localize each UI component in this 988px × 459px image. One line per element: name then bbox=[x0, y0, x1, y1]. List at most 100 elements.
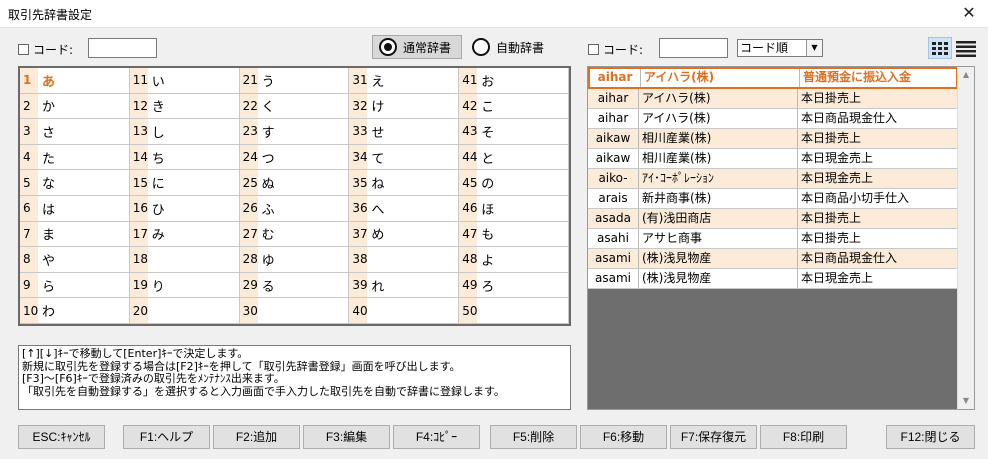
kana-cell-number: 39 bbox=[349, 272, 368, 298]
scroll-up-icon[interactable]: ▲ bbox=[958, 67, 974, 83]
kana-cell[interactable]: 45 の bbox=[459, 170, 569, 196]
kana-cell-number: 46 bbox=[459, 196, 477, 221]
help-button[interactable]: F1:ヘルプ bbox=[123, 425, 210, 449]
kana-cell[interactable]: 36 へ bbox=[349, 196, 460, 222]
kana-cell[interactable]: 41 お bbox=[459, 68, 569, 94]
kana-cell[interactable]: 47 も bbox=[459, 221, 569, 248]
kana-cell[interactable]: 7ま bbox=[20, 221, 130, 248]
kana-cell[interactable]: 27 む bbox=[239, 221, 350, 248]
kana-cell[interactable]: 23 す bbox=[239, 119, 350, 145]
right-code-input[interactable] bbox=[659, 38, 728, 58]
left-code-input[interactable] bbox=[88, 38, 157, 58]
kana-cell[interactable]: 17 み bbox=[129, 221, 240, 248]
kana-cell-label bbox=[258, 298, 349, 323]
copy-button[interactable]: F4:ｺﾋﾟｰ bbox=[393, 425, 480, 449]
scroll-down-icon[interactable]: ▼ bbox=[958, 393, 974, 409]
kana-cell[interactable]: 8や bbox=[20, 247, 130, 273]
kana-cell-number: 7 bbox=[20, 221, 38, 247]
kana-cell[interactable]: 29 る bbox=[239, 272, 350, 299]
kana-cell[interactable]: 11 い bbox=[129, 68, 240, 94]
list-name-cell: (株)浅見物産 bbox=[639, 269, 798, 288]
right-code-checkbox[interactable]: コード: bbox=[588, 41, 643, 58]
kana-cell[interactable]: 16 ひ bbox=[129, 196, 240, 222]
kana-cell[interactable]: 48 よ bbox=[459, 247, 569, 273]
kana-cell-label: は bbox=[42, 202, 56, 218]
kana-cell-label: め bbox=[371, 228, 385, 244]
kana-cell[interactable]: 20 bbox=[129, 298, 240, 324]
kana-cell[interactable]: 38 bbox=[349, 247, 460, 273]
dropdown-arrow-icon[interactable]: ▼ bbox=[806, 40, 822, 56]
kana-cell[interactable]: 12 き bbox=[129, 93, 240, 120]
list-row[interactable]: aikaw 相川産業(株) 本日現金売上 bbox=[588, 149, 958, 169]
kana-cell[interactable]: 42 こ bbox=[459, 93, 569, 120]
kana-cell[interactable]: 35 ね bbox=[349, 170, 460, 196]
kana-cell[interactable]: 49 ろ bbox=[459, 272, 569, 299]
normal-dictionary-radio[interactable]: 通常辞書 bbox=[372, 35, 462, 59]
kana-cell-label: へ bbox=[371, 202, 385, 218]
print-button[interactable]: F8:印刷 bbox=[760, 425, 847, 449]
kana-cell[interactable]: 50 bbox=[459, 298, 569, 324]
save-restore-button[interactable]: F7:保存復元 bbox=[670, 425, 757, 449]
add-button[interactable]: F2:追加 bbox=[213, 425, 300, 449]
kana-cell[interactable]: 28 ゆ bbox=[239, 247, 350, 273]
window-title: 取引先辞書設定 bbox=[8, 8, 93, 22]
kana-cell[interactable]: 21 う bbox=[239, 68, 350, 94]
move-button[interactable]: F6:移動 bbox=[580, 425, 667, 449]
list-name-cell: 相川産業(株) bbox=[639, 149, 798, 168]
kana-cell[interactable]: 5な bbox=[20, 170, 130, 196]
kana-cell[interactable]: 18 bbox=[129, 247, 240, 273]
list-row[interactable]: asami (株)浅見物産 本日商品現金仕入 bbox=[588, 249, 958, 269]
kana-cell[interactable]: 4た bbox=[20, 144, 130, 171]
kana-cell[interactable]: 9ら bbox=[20, 272, 130, 299]
kana-cell[interactable]: 46 ほ bbox=[459, 196, 569, 222]
kana-cell[interactable]: 44 と bbox=[459, 144, 569, 171]
kana-cell[interactable]: 10 わ bbox=[20, 298, 130, 324]
kana-cell[interactable]: 39 れ bbox=[349, 272, 460, 299]
kana-cell[interactable]: 19 り bbox=[129, 272, 240, 299]
list-scrollbar[interactable]: ▲ ▼ bbox=[957, 67, 974, 409]
kana-cell[interactable]: 24 つ bbox=[239, 144, 350, 171]
kana-cell[interactable]: 3さ bbox=[20, 119, 130, 145]
kana-cell[interactable]: 25 ぬ bbox=[239, 170, 350, 196]
checkbox-box[interactable] bbox=[18, 44, 29, 55]
list-row[interactable]: asami (株)浅見物産 本日現金売上 bbox=[588, 269, 958, 289]
checkbox-box[interactable] bbox=[588, 44, 599, 55]
auto-dictionary-radio[interactable]: 自動辞書 bbox=[466, 35, 556, 59]
kana-cell[interactable]: 14 ち bbox=[129, 144, 240, 171]
list-row[interactable]: aiko- ｱｲ･ｺｰﾎﾟﾚｰｼｮﾝ 本日現金売上 bbox=[588, 169, 958, 189]
kana-cell[interactable]: 43 そ bbox=[459, 119, 569, 145]
kana-cell[interactable]: 26 ふ bbox=[239, 196, 350, 222]
list-row[interactable]: aihar アイハラ(株) 本日掛売上 bbox=[588, 89, 958, 109]
kana-cell[interactable]: 33 せ bbox=[349, 119, 460, 145]
kana-cell[interactable]: 6は bbox=[20, 196, 130, 222]
grid-view-icon[interactable] bbox=[928, 37, 952, 59]
kana-cell[interactable]: 40 bbox=[349, 298, 460, 324]
kana-cell[interactable]: 1あ bbox=[20, 68, 130, 94]
kana-cell[interactable]: 32 け bbox=[349, 93, 460, 120]
kana-cell[interactable]: 13 し bbox=[129, 119, 240, 145]
delete-button[interactable]: F5:削除 bbox=[490, 425, 577, 449]
kana-cell[interactable]: 37 め bbox=[349, 221, 460, 248]
kana-cell-number: 12 bbox=[129, 93, 148, 119]
list-row[interactable]: aihar アイハラ(株) 本日商品現金仕入 bbox=[588, 109, 958, 129]
left-code-checkbox[interactable]: コード: bbox=[18, 41, 73, 58]
kana-cell[interactable]: 15 に bbox=[129, 170, 240, 196]
edit-button[interactable]: F3:編集 bbox=[303, 425, 390, 449]
kana-cell[interactable]: 30 bbox=[239, 298, 350, 324]
sort-order-select[interactable]: コード順 ▼ bbox=[737, 39, 823, 57]
radio-selected-icon bbox=[379, 38, 397, 56]
cancel-button[interactable]: ESC:ｷｬﾝｾﾙ bbox=[18, 425, 105, 449]
kana-cell[interactable]: 22 く bbox=[239, 93, 350, 120]
list-selected-row[interactable]: aihar アイハラ(株) 普通預金に振込入金 bbox=[588, 67, 958, 89]
list-view-icon[interactable] bbox=[954, 37, 978, 59]
kana-cell[interactable]: 31 え bbox=[349, 68, 460, 94]
kana-cell-label: う bbox=[261, 74, 275, 90]
close-icon[interactable]: ✕ bbox=[958, 2, 980, 24]
list-row[interactable]: arais 新井商事(株) 本日商品小切手仕入 bbox=[588, 189, 958, 209]
list-row[interactable]: asahi アサヒ商事 本日掛売上 bbox=[588, 229, 958, 249]
list-row[interactable]: asada (有)浅田商店 本日掛売上 bbox=[588, 209, 958, 229]
close-button[interactable]: F12:閉じる bbox=[886, 425, 975, 449]
kana-cell[interactable]: 34 て bbox=[349, 144, 460, 171]
kana-cell[interactable]: 2か bbox=[20, 93, 130, 120]
list-row[interactable]: aikaw 相川産業(株) 本日掛売上 bbox=[588, 129, 958, 149]
